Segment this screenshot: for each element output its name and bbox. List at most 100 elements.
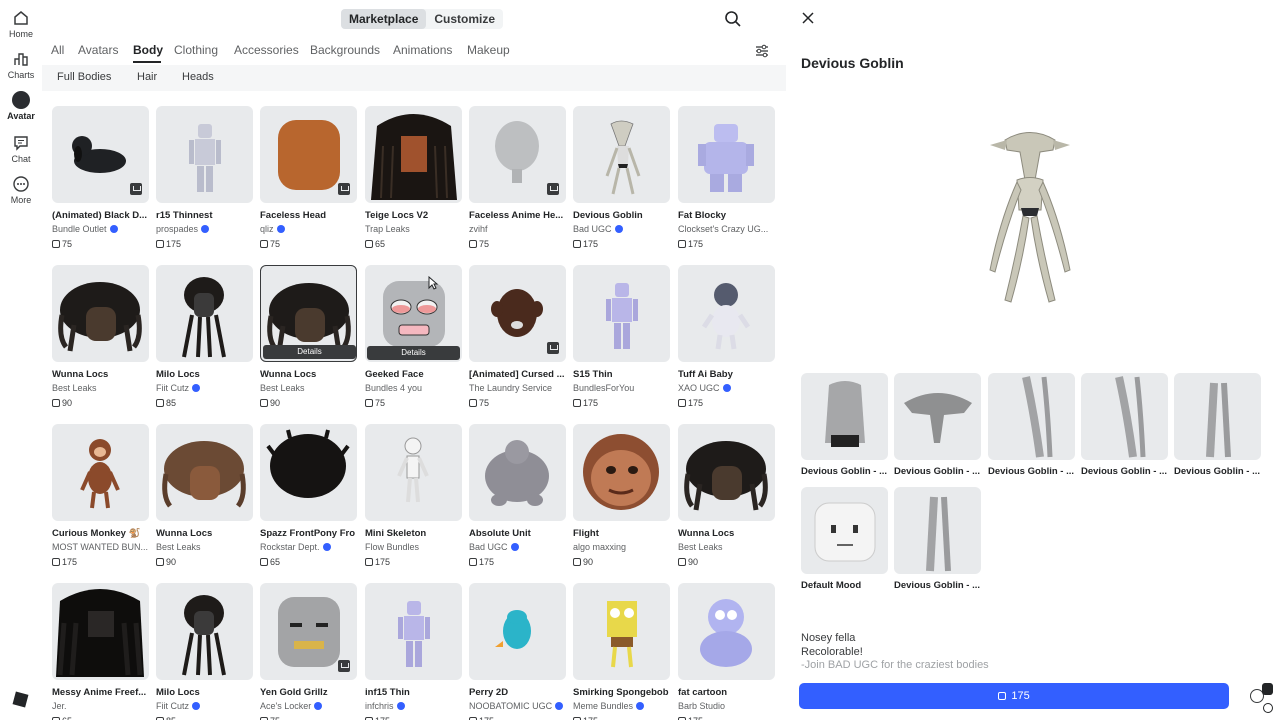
catalog-item-card[interactable]: Wunna Locs Best Leaks 90	[156, 424, 254, 572]
catalog-item-card[interactable]: Messy Anime Freef... Jer. 65	[52, 583, 150, 720]
item-thumbnail[interactable]	[260, 583, 357, 680]
item-thumbnail[interactable]	[52, 265, 149, 362]
item-name[interactable]: Wunna Locs	[52, 369, 150, 380]
item-creator[interactable]: qliz	[260, 224, 358, 234]
item-preview[interactable]	[975, 120, 1085, 310]
catalog-item-card[interactable]: Curious Monkey 🐒 MOST WANTED BUN... 175	[52, 424, 150, 572]
item-name[interactable]: Wunna Locs	[260, 369, 358, 380]
catalog-item-card[interactable]: Fat Blocky Clockset's Crazy UG... 175	[678, 106, 776, 254]
item-thumbnail[interactable]: Details	[260, 265, 357, 362]
item-thumbnail[interactable]	[678, 106, 775, 203]
item-creator[interactable]: infchris	[365, 701, 463, 711]
catalog-item-card[interactable]: fat cartoon Barb Studio 175	[678, 583, 776, 720]
item-creator[interactable]: Clockset's Crazy UG...	[678, 224, 776, 234]
catalog-item-card[interactable]: Tuff Ai Baby XAO UGC 175	[678, 265, 776, 413]
catalog-item-card[interactable]: Spazz FrontPony Fro Rockstar Dept. 65	[260, 424, 358, 572]
subcategory-hair[interactable]: Hair	[137, 71, 157, 83]
item-creator[interactable]: Best Leaks	[260, 383, 358, 393]
item-name[interactable]: Tuff Ai Baby	[678, 369, 776, 380]
item-name[interactable]: Milo Locs	[156, 369, 254, 380]
rail-home[interactable]: Home	[0, 9, 42, 39]
bundle-item-thumbnail[interactable]	[894, 487, 981, 574]
category-body[interactable]: Body	[133, 43, 163, 57]
item-creator[interactable]: Barb Studio	[678, 701, 776, 711]
item-thumbnail[interactable]	[365, 424, 462, 521]
item-name[interactable]: Smirking Spongebob	[573, 687, 671, 698]
catalog-item-card[interactable]: [Animated] Cursed ... The Laundry Service…	[469, 265, 567, 413]
category-backgrounds[interactable]: Backgrounds	[310, 43, 380, 57]
category-makeup[interactable]: Makeup	[467, 43, 510, 57]
catalog-item-card[interactable]: r15 Thinnest prospades 175	[156, 106, 254, 254]
item-creator[interactable]: Best Leaks	[52, 383, 150, 393]
item-creator[interactable]: Meme Bundles	[573, 701, 671, 711]
category-accessories[interactable]: Accessories	[234, 43, 299, 57]
item-thumbnail[interactable]	[260, 106, 357, 203]
bundle-item-thumbnail[interactable]	[988, 373, 1075, 460]
item-thumbnail[interactable]	[260, 424, 357, 521]
bundle-item-thumbnail[interactable]	[894, 373, 981, 460]
item-name[interactable]: r15 Thinnest	[156, 210, 254, 221]
item-creator[interactable]: Bad UGC	[573, 224, 671, 234]
item-creator[interactable]: zvihf	[469, 224, 567, 234]
rail-more[interactable]: More	[0, 175, 42, 205]
item-thumbnail[interactable]	[573, 424, 670, 521]
item-name[interactable]: Absolute Unit	[469, 528, 567, 539]
item-name[interactable]: Perry 2D	[469, 687, 567, 698]
item-creator[interactable]: Best Leaks	[156, 542, 254, 552]
rail-charts[interactable]: Charts	[0, 50, 42, 80]
catalog-item-card[interactable]: inf15 Thin infchris 175	[365, 583, 463, 720]
item-name[interactable]: Flight	[573, 528, 671, 539]
filter-icon[interactable]	[754, 43, 770, 59]
item-creator[interactable]: Ace's Locker	[260, 701, 358, 711]
item-creator[interactable]: BundlesForYou	[573, 383, 671, 393]
item-thumbnail[interactable]	[52, 106, 149, 203]
item-thumbnail[interactable]	[156, 106, 253, 203]
catalog-item-card[interactable]: Faceless Head qliz 75	[260, 106, 358, 254]
catalog-item-card[interactable]: Wunna Locs Best Leaks 90	[52, 265, 150, 413]
item-thumbnail[interactable]	[469, 424, 566, 521]
item-name[interactable]: Wunna Locs	[156, 528, 254, 539]
item-creator[interactable]: Bundle Outlet	[52, 224, 150, 234]
item-name[interactable]: Yen Gold Grillz	[260, 687, 358, 698]
catalog-item-card[interactable]: Smirking Spongebob Meme Bundles 175	[573, 583, 671, 720]
item-name[interactable]: fat cartoon	[678, 687, 776, 698]
item-name[interactable]: S15 Thin	[573, 369, 671, 380]
details-button[interactable]: Details	[367, 346, 460, 360]
catalog-item-card[interactable]: Teige Locs V2 Trap Leaks 65	[365, 106, 463, 254]
roblox-logo-icon[interactable]	[12, 691, 29, 708]
buy-button[interactable]: 175	[799, 683, 1229, 709]
item-thumbnail[interactable]	[156, 424, 253, 521]
catalog-item-card[interactable]: Milo Locs Fiit Cutz 85	[156, 265, 254, 413]
catalog-item-card[interactable]: Perry 2D NOOBATOMIC UGC 175	[469, 583, 567, 720]
catalog-item-card[interactable]: Flight algo maxxing 90	[573, 424, 671, 572]
details-button[interactable]: Details	[263, 345, 356, 359]
bundle-item-thumbnail[interactable]	[1174, 373, 1261, 460]
bundle-item-thumbnail[interactable]	[801, 487, 888, 574]
catalog-item-card[interactable]: Wunna Locs Best Leaks 90	[678, 424, 776, 572]
item-thumbnail[interactable]	[156, 583, 253, 680]
item-creator[interactable]: XAO UGC	[678, 383, 776, 393]
rail-avatar[interactable]: Avatar	[0, 91, 42, 121]
catalog-item-card[interactable]: S15 Thin BundlesForYou 175	[573, 265, 671, 413]
item-creator[interactable]: Flow Bundles	[365, 542, 463, 552]
item-creator[interactable]: MOST WANTED BUN...	[52, 542, 150, 552]
category-all[interactable]: All	[51, 43, 64, 57]
item-thumbnail[interactable]: Details	[365, 265, 462, 362]
item-name[interactable]: Devious Goblin	[573, 210, 671, 221]
tab-marketplace[interactable]: Marketplace	[341, 9, 427, 29]
item-name[interactable]: Geeked Face	[365, 369, 463, 380]
item-name[interactable]: Messy Anime Freef...	[52, 687, 150, 698]
item-name[interactable]: Mini Skeleton	[365, 528, 463, 539]
item-thumbnail[interactable]	[52, 424, 149, 521]
item-thumbnail[interactable]	[469, 106, 566, 203]
item-creator[interactable]: Best Leaks	[678, 542, 776, 552]
catalog-item-card[interactable]: Faceless Anime He... zvihf 75	[469, 106, 567, 254]
item-creator[interactable]: Rockstar Dept.	[260, 542, 358, 552]
bundle-item-thumbnail[interactable]	[801, 373, 888, 460]
catalog-item-card[interactable]: Yen Gold Grillz Ace's Locker 75	[260, 583, 358, 720]
item-creator[interactable]: The Laundry Service	[469, 383, 567, 393]
item-name[interactable]: Wunna Locs	[678, 528, 776, 539]
item-thumbnail[interactable]	[678, 424, 775, 521]
item-thumbnail[interactable]	[573, 106, 670, 203]
close-icon[interactable]	[801, 11, 815, 25]
